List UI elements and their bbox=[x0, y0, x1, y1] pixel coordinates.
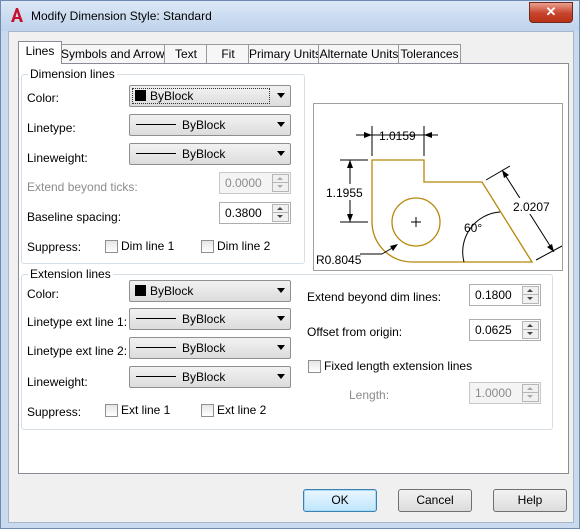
chevron-down-icon bbox=[277, 288, 285, 293]
ext-line-2-checkbox[interactable] bbox=[201, 404, 214, 417]
angle-arc bbox=[462, 211, 501, 263]
length-label: Length: bbox=[349, 388, 390, 402]
dim-text-top: 1.0159 bbox=[379, 129, 416, 143]
spin-down-icon[interactable] bbox=[522, 329, 539, 339]
chevron-down-icon bbox=[277, 93, 285, 98]
ext-line-2-label: Ext line 2 bbox=[217, 403, 267, 417]
arrow-head bbox=[547, 244, 554, 252]
group-title: Dimension lines bbox=[28, 67, 117, 81]
dim-text-radius: R0.8045 bbox=[316, 253, 362, 267]
line-sample bbox=[136, 124, 176, 125]
offset-from-origin-spinner[interactable]: 0.0625 bbox=[469, 319, 541, 341]
ext-line-1-checkbox[interactable] bbox=[105, 404, 118, 417]
baseline-spacing-spinner[interactable]: 0.3800 bbox=[219, 202, 291, 224]
dim-text-left: 1.1955 bbox=[326, 186, 363, 200]
extend-beyond-dim-lines-label: Extend beyond dim lines: bbox=[307, 290, 442, 304]
dim-suppress-label: Suppress: bbox=[27, 240, 82, 254]
tab-text[interactable]: Text bbox=[164, 44, 208, 63]
dim-line-1-label: Dim line 1 bbox=[121, 239, 175, 253]
linetype-ext-1-label: Linetype ext line 1: bbox=[27, 315, 128, 329]
title-bar[interactable]: Modify Dimension Style: Standard ✕ bbox=[1, 1, 579, 31]
tab-fit[interactable]: Fit bbox=[206, 44, 250, 63]
linetype-ext-1-dropdown[interactable]: ByBlock bbox=[129, 308, 291, 330]
ext-line bbox=[485, 165, 511, 181]
spin-down-icon[interactable] bbox=[272, 212, 289, 222]
ok-button[interactable]: OK bbox=[303, 489, 377, 512]
dialog-window: Modify Dimension Style: Standard ✕ Lines… bbox=[0, 0, 580, 529]
close-icon: ✕ bbox=[545, 4, 557, 19]
spin-down-icon[interactable] bbox=[522, 294, 539, 304]
dimension-preview-drawing: 1.0159 1.1955 2.0207 60° R0.8045 bbox=[316, 126, 563, 267]
lines-tab-panel: Dimension lines Color: ByBlock Linetype:… bbox=[18, 63, 569, 474]
tab-symbols-and-arrows[interactable]: Symbols and Arrows bbox=[60, 44, 170, 63]
length-spinner[interactable]: 1.0000 bbox=[469, 382, 541, 404]
fixed-length-checkbox[interactable] bbox=[308, 360, 321, 373]
baseline-spacing-label: Baseline spacing: bbox=[27, 210, 122, 224]
group-title: Extension lines bbox=[28, 267, 113, 281]
tab-alternate-units[interactable]: Alternate Units bbox=[318, 44, 400, 63]
dim-lineweight-dropdown[interactable]: ByBlock bbox=[129, 143, 291, 165]
tab-lines[interactable]: Lines bbox=[18, 41, 62, 64]
preview-pane: 1.0159 1.1955 2.0207 60° R0.8045 bbox=[313, 103, 563, 271]
ext-suppress-label: Suppress: bbox=[27, 405, 82, 419]
chevron-down-icon bbox=[277, 374, 285, 379]
arrow-head bbox=[502, 170, 509, 178]
dim-color-dropdown[interactable]: ByBlock bbox=[129, 85, 291, 107]
dim-line-1-checkbox[interactable] bbox=[105, 240, 118, 253]
arrow-head bbox=[364, 132, 372, 138]
arrow-head bbox=[390, 244, 398, 251]
arrow-head bbox=[347, 160, 353, 168]
dim-text-right: 2.0207 bbox=[513, 200, 550, 214]
extend-beyond-ticks-label: Extend beyond ticks: bbox=[27, 180, 138, 194]
linetype-ext-2-label: Linetype ext line 2: bbox=[27, 344, 128, 358]
tab-primary-units[interactable]: Primary Units bbox=[248, 44, 321, 63]
spin-down-icon[interactable] bbox=[272, 182, 289, 192]
line-sample bbox=[136, 347, 176, 348]
offset-from-origin-label: Offset from origin: bbox=[307, 325, 403, 339]
fixed-length-label: Fixed length extension lines bbox=[324, 359, 473, 373]
line-sample bbox=[136, 153, 176, 154]
arrow-head bbox=[424, 132, 432, 138]
dim-linetype-label: Linetype: bbox=[27, 121, 76, 135]
line-sample bbox=[136, 318, 176, 319]
dim-line-2-label: Dim line 2 bbox=[217, 239, 271, 253]
dim-text-angle: 60° bbox=[464, 221, 482, 235]
window-title: Modify Dimension Style: Standard bbox=[31, 9, 212, 23]
chevron-down-icon bbox=[277, 345, 285, 350]
extend-beyond-ticks-spinner[interactable]: 0.0000 bbox=[219, 172, 291, 194]
linetype-ext-2-dropdown[interactable]: ByBlock bbox=[129, 337, 291, 359]
chevron-down-icon bbox=[277, 316, 285, 321]
help-button[interactable]: Help bbox=[493, 489, 567, 512]
color-swatch bbox=[135, 285, 146, 296]
autocad-logo-icon bbox=[11, 8, 23, 22]
close-button[interactable]: ✕ bbox=[529, 2, 573, 23]
dim-linetype-dropdown[interactable]: ByBlock bbox=[129, 114, 291, 136]
arrow-head bbox=[347, 214, 353, 222]
cancel-button[interactable]: Cancel bbox=[398, 489, 472, 512]
extend-beyond-dim-lines-spinner[interactable]: 0.1800 bbox=[469, 284, 541, 306]
ext-color-dropdown[interactable]: ByBlock bbox=[129, 280, 291, 302]
chevron-down-icon bbox=[277, 151, 285, 156]
line-sample bbox=[136, 376, 176, 377]
dim-color-label: Color: bbox=[27, 91, 60, 105]
ext-line-1-label: Ext line 1 bbox=[121, 403, 171, 417]
tab-tolerances[interactable]: Tolerances bbox=[398, 44, 461, 63]
dim-lineweight-label: Lineweight: bbox=[27, 151, 88, 165]
ext-lineweight-dropdown[interactable]: ByBlock bbox=[129, 366, 291, 388]
ext-lineweight-label: Lineweight: bbox=[27, 375, 88, 389]
ext-color-label: Color: bbox=[27, 287, 60, 301]
spin-down-icon[interactable] bbox=[522, 392, 539, 402]
dialog-client: Lines Symbols and Arrows Text Fit Primar… bbox=[8, 31, 574, 523]
chevron-down-icon bbox=[277, 122, 285, 127]
dim-line-2-checkbox[interactable] bbox=[201, 240, 214, 253]
